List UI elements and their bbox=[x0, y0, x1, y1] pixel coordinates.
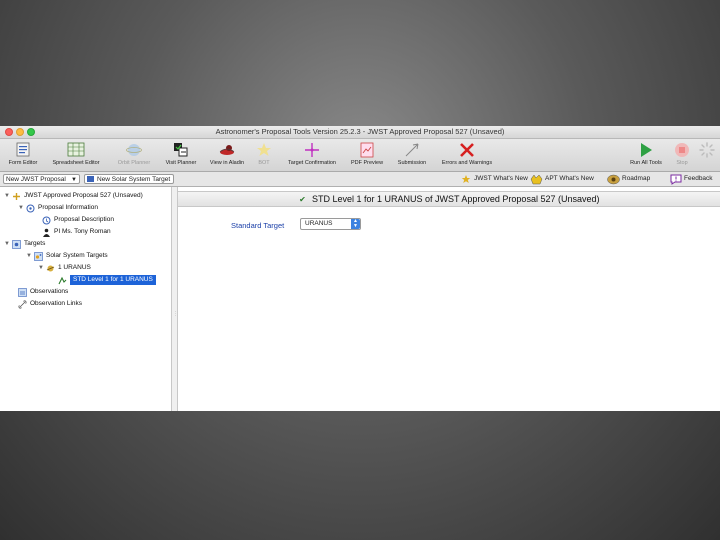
new-solar-system-target-button[interactable]: New Solar System Target bbox=[84, 174, 174, 184]
errors-and-warnings-button[interactable]: Errors and Warnings bbox=[435, 141, 499, 166]
editor-header: ✔ STD Level 1 for 1 URANUS of JWST Appro… bbox=[178, 191, 720, 207]
tree-node-uranus[interactable]: ▼ 1 URANUS bbox=[38, 263, 91, 273]
news-icon bbox=[459, 173, 472, 185]
proposal-icon bbox=[12, 192, 21, 201]
tree-node-pi[interactable]: PI Ms. Tony Roman bbox=[42, 227, 111, 237]
info-icon bbox=[26, 204, 35, 213]
orbit-planner-button[interactable]: Orbit Planner bbox=[112, 141, 156, 166]
disclosure-expanded-icon: ▼ bbox=[4, 193, 10, 199]
apt-news-icon bbox=[530, 173, 543, 185]
pdf-preview-button[interactable]: PDF Preview bbox=[348, 141, 386, 166]
tree-node-solar-system-targets[interactable]: ▼ Solar System Targets bbox=[26, 251, 108, 261]
select-stepper-icon: ▲ ▼ bbox=[351, 219, 360, 229]
proposal-type-select[interactable]: New JWST Proposal ▼ bbox=[3, 174, 80, 184]
title-bar: Astronomer's Proposal Tools Version 25.2… bbox=[0, 126, 720, 139]
disclosure-expanded-icon: ▼ bbox=[4, 241, 10, 247]
proposal-tree: ▼ JWST Approved Proposal 527 (Unsaved) ▼… bbox=[0, 187, 172, 411]
tree-node-std-level[interactable]: STD Level 1 for 1 URANUS bbox=[58, 275, 156, 285]
disclosure-expanded-icon: ▼ bbox=[18, 205, 24, 211]
tree-node-targets[interactable]: ▼ Targets bbox=[4, 239, 45, 249]
visit-planner-button[interactable]: Visit Planner bbox=[160, 141, 202, 166]
view-in-aladin-button[interactable]: View in Aladin bbox=[205, 141, 249, 166]
targets-icon bbox=[12, 239, 21, 249]
close-window-button[interactable] bbox=[5, 128, 13, 136]
submission-button[interactable]: Submission bbox=[391, 141, 433, 166]
stop-icon bbox=[673, 141, 691, 158]
roadmap-link[interactable]: Roadmap bbox=[607, 173, 650, 185]
bot-button[interactable]: BOT bbox=[252, 141, 276, 166]
minimize-window-button[interactable] bbox=[16, 128, 24, 136]
target-confirmation-button[interactable]: Target Confirmation bbox=[281, 141, 343, 166]
busy-spinner-icon bbox=[698, 141, 716, 159]
stop-button[interactable]: Stop bbox=[672, 141, 692, 166]
std-level-icon bbox=[58, 276, 67, 285]
link-icon bbox=[18, 299, 27, 309]
orbit-planner-icon bbox=[125, 141, 143, 158]
solar-system-icon bbox=[34, 251, 43, 261]
planet-icon bbox=[46, 264, 55, 273]
apt-whats-new-link[interactable]: APT What's New bbox=[530, 173, 594, 185]
aladin-icon bbox=[218, 141, 236, 158]
disclosure-expanded-icon: ▼ bbox=[38, 265, 44, 271]
feedback-icon bbox=[669, 173, 682, 185]
tree-node-proposal-information[interactable]: ▼ Proposal Information bbox=[18, 203, 98, 213]
person-icon bbox=[42, 228, 51, 237]
target-icon bbox=[87, 176, 94, 182]
tree-node-proposal-root[interactable]: ▼ JWST Approved Proposal 527 (Unsaved) bbox=[4, 191, 143, 201]
window-title: Astronomer's Proposal Tools Version 25.2… bbox=[215, 127, 505, 136]
crosshair-icon bbox=[303, 141, 321, 158]
play-icon bbox=[637, 141, 655, 158]
main-toolbar: Form Editor Spreadsheet Editor Orbit Pla… bbox=[0, 139, 720, 172]
chevron-down-icon: ▼ bbox=[71, 177, 77, 183]
tree-node-observation-links[interactable]: Observation Links bbox=[18, 299, 82, 309]
std-level-icon: ✔ bbox=[299, 195, 306, 204]
secondary-toolbar: New JWST Proposal ▼ New Solar System Tar… bbox=[0, 172, 720, 187]
roadmap-icon bbox=[607, 173, 620, 185]
maximize-window-button[interactable] bbox=[27, 128, 35, 136]
app-window: Astronomer's Proposal Tools Version 25.2… bbox=[0, 126, 720, 411]
star-icon bbox=[255, 141, 273, 158]
visit-planner-icon bbox=[172, 141, 190, 158]
editor-pane: ✔ STD Level 1 for 1 URANUS of JWST Appro… bbox=[178, 187, 720, 411]
spreadsheet-editor-button[interactable]: Spreadsheet Editor bbox=[45, 141, 107, 166]
description-icon bbox=[42, 216, 51, 225]
pdf-icon bbox=[358, 141, 376, 158]
feedback-link[interactable]: Feedback bbox=[669, 173, 713, 185]
spreadsheet-icon bbox=[67, 141, 85, 158]
splitter-grip-icon: ⋮ bbox=[173, 311, 178, 317]
run-all-tools-button[interactable]: Run All Tools bbox=[624, 141, 668, 166]
disclosure-expanded-icon: ▼ bbox=[26, 253, 32, 259]
error-x-icon bbox=[458, 141, 476, 158]
form-editor-button[interactable]: Form Editor bbox=[4, 141, 42, 166]
standard-target-label: Standard Target bbox=[231, 221, 285, 230]
form-editor-icon bbox=[14, 141, 32, 158]
tree-node-observations[interactable]: Observations bbox=[18, 287, 68, 297]
tree-node-proposal-description[interactable]: Proposal Description bbox=[42, 215, 114, 225]
jwst-whats-new-link[interactable]: JWST What's New bbox=[459, 173, 528, 185]
observations-icon bbox=[18, 287, 27, 297]
standard-target-select[interactable]: URANUS ▲ ▼ bbox=[300, 218, 361, 230]
submission-icon bbox=[403, 141, 421, 158]
